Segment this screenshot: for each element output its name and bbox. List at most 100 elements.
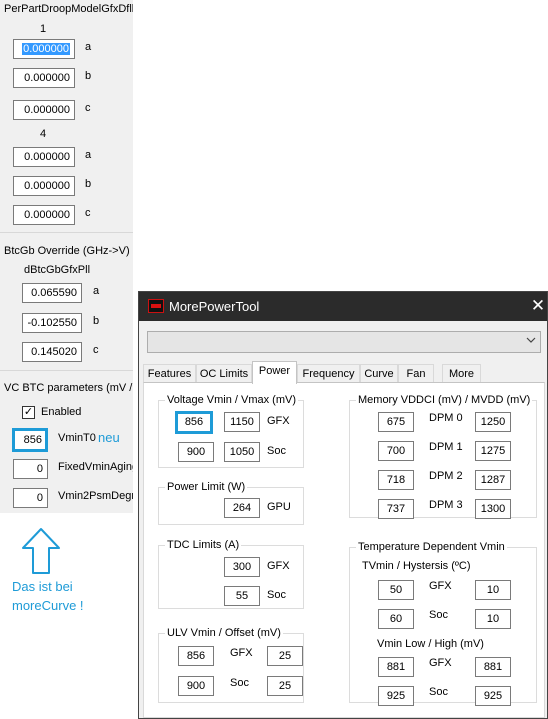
soc-vmax-input[interactable]: 1050 — [224, 442, 260, 462]
ulv-group: ULV Vmin / Offset (mV) 856 GFX 25 900 So… — [158, 627, 304, 703]
memory-title: Memory VDDCI (mV) / MVDD (mV) — [356, 394, 533, 406]
vmint0-input[interactable]: 856 — [12, 428, 48, 452]
dpm3-vddci-input[interactable]: 737 — [378, 499, 414, 519]
droop-4-a-input[interactable]: 0.000000 — [13, 147, 75, 167]
vmin2psm-label: Vmin2PsmDegra — [58, 490, 133, 502]
btc-a-input[interactable]: 0.065590 — [22, 283, 82, 303]
soc-vmin-low-input[interactable]: 925 — [378, 686, 414, 706]
ulv-title: ULV Vmin / Offset (mV) — [165, 627, 283, 639]
soc-label: Soc — [429, 609, 448, 621]
divider — [0, 370, 133, 371]
coef-a-label: a — [85, 149, 92, 161]
gfx-ulv-offset-input[interactable]: 25 — [267, 646, 303, 666]
gpu-label: GPU — [267, 501, 291, 513]
gfx-tdc-input[interactable]: 300 — [224, 557, 260, 577]
soc-vmin-high-input[interactable]: 925 — [475, 686, 511, 706]
divider — [0, 232, 133, 233]
coef-b-label: b — [85, 70, 92, 82]
up-arrow-icon — [22, 528, 60, 574]
temp-vmin-group: Temperature Dependent Vmin TVmin / Hyste… — [349, 541, 537, 706]
enabled-checkbox[interactable]: ✓ — [22, 406, 35, 419]
power-tab-panel: Voltage Vmin / Vmax (mV) 856 1150 GFX 90… — [143, 382, 545, 718]
vmin-low-high-label: Vmin Low / High (mV) — [377, 638, 484, 650]
window-title: MorePowerTool — [169, 299, 260, 314]
tab-curve[interactable]: Curve — [360, 364, 398, 384]
soc-ulv-vmin-input[interactable]: 900 — [178, 676, 214, 696]
gpu-select-dropdown[interactable] — [147, 331, 541, 353]
btc-c-input[interactable]: 0.145020 — [22, 342, 82, 362]
gfx-label: GFX — [429, 580, 452, 592]
gfx-label: GFX — [230, 647, 253, 659]
tab-more[interactable]: More — [442, 364, 481, 384]
tab-oc-limits[interactable]: OC Limits — [196, 364, 252, 384]
annotation-text: Das ist bei moreCurve ! — [12, 577, 84, 615]
dpm0-vddci-input[interactable]: 675 — [378, 412, 414, 432]
droop-4-c-input[interactable]: 0.000000 — [13, 205, 75, 225]
voltage-group-title: Voltage Vmin / Vmax (mV) — [165, 394, 298, 406]
dpm0-label: DPM 0 — [429, 412, 463, 424]
app-logo-icon — [148, 299, 164, 313]
fixed-vmin-aging-input[interactable]: 0 — [13, 459, 48, 479]
dpm1-vddci-input[interactable]: 700 — [378, 441, 414, 461]
fixed-vmin-aging-label: FixedVminAging — [58, 461, 133, 473]
voltage-group: Voltage Vmin / Vmax (mV) 856 1150 GFX 90… — [158, 394, 304, 468]
annotation-line-1: Das ist bei — [12, 579, 73, 594]
soc-label: Soc — [267, 589, 286, 601]
chevron-down-icon — [526, 337, 536, 343]
dpm2-vddci-input[interactable]: 718 — [378, 470, 414, 490]
dpm3-label: DPM 3 — [429, 499, 463, 511]
soc-label: Soc — [267, 445, 286, 457]
gpu-power-limit-input[interactable]: 264 — [224, 498, 260, 518]
gfx-vmin-input[interactable]: 856 — [175, 411, 213, 434]
gfx-vmin-high-input[interactable]: 881 — [475, 657, 511, 677]
dpm1-mvdd-input[interactable]: 1275 — [475, 441, 511, 461]
droop-1-c-input[interactable]: 0.000000 — [13, 100, 75, 120]
tab-power[interactable]: Power — [252, 361, 297, 384]
gfx-vmin-low-input[interactable]: 881 — [378, 657, 414, 677]
coef-c-label: c — [85, 102, 91, 114]
annotation-line-2: moreCurve ! — [12, 598, 84, 613]
morepowertool-window: MorePowerTool ✕ Features OC Limits Power… — [138, 291, 548, 719]
dpm0-mvdd-input[interactable]: 1250 — [475, 412, 511, 432]
soc-label: Soc — [429, 686, 448, 698]
coef-b-label: b — [85, 178, 92, 190]
title-bar[interactable]: MorePowerTool ✕ — [139, 292, 547, 321]
gfx-ulv-vmin-input[interactable]: 856 — [178, 646, 214, 666]
gfx-hysteresis-input[interactable]: 10 — [475, 580, 511, 600]
temp-vmin-title: Temperature Dependent Vmin — [356, 541, 507, 553]
soc-vmin-input[interactable]: 900 — [178, 442, 214, 462]
droop-1-b-input[interactable]: 0.000000 — [13, 68, 75, 88]
tab-fan[interactable]: Fan — [398, 364, 434, 384]
annotation-neu: neu — [98, 430, 120, 445]
power-limit-group: Power Limit (W) 264 GPU — [158, 481, 304, 525]
droop-model-header: PerPartDroopModelGfxDfll ( — [4, 3, 133, 15]
btc-b-input[interactable]: -0.102550 — [22, 313, 82, 333]
soc-hysteresis-input[interactable]: 10 — [475, 609, 511, 629]
gfx-label: GFX — [267, 415, 290, 427]
dpm2-label: DPM 2 — [429, 470, 463, 482]
close-button[interactable]: ✕ — [529, 292, 547, 321]
dbtcgb-label: dBtcGbGfxPll — [24, 264, 91, 276]
soc-tvmin-input[interactable]: 60 — [378, 609, 414, 629]
vc-btc-header: VC BTC parameters (mV / G — [4, 382, 133, 394]
tdc-limits-title: TDC Limits (A) — [165, 539, 242, 551]
vmin2psm-input[interactable]: 0 — [13, 488, 48, 508]
tab-features[interactable]: Features — [143, 364, 196, 384]
soc-tdc-input[interactable]: 55 — [224, 586, 260, 606]
gfx-vmax-input[interactable]: 1150 — [224, 412, 260, 432]
coef-c-label: c — [93, 344, 99, 356]
vmint0-label: VminT0 — [58, 432, 96, 444]
tab-frequency[interactable]: Frequency — [297, 364, 360, 384]
gfx-tvmin-input[interactable]: 50 — [378, 580, 414, 600]
droop-1-a-input[interactable]: 0.000000 — [13, 39, 75, 59]
group-1-label: 1 — [40, 23, 47, 35]
tvmin-hysteresis-label: TVmin / Hystersis (ºC) — [362, 560, 471, 572]
droop-4-b-input[interactable]: 0.000000 — [13, 176, 75, 196]
dpm2-mvdd-input[interactable]: 1287 — [475, 470, 511, 490]
gfx-label: GFX — [429, 657, 452, 669]
coef-c-label: c — [85, 207, 91, 219]
soc-ulv-offset-input[interactable]: 25 — [267, 676, 303, 696]
coef-a-label: a — [85, 41, 92, 53]
dpm3-mvdd-input[interactable]: 1300 — [475, 499, 511, 519]
dpm1-label: DPM 1 — [429, 441, 463, 453]
